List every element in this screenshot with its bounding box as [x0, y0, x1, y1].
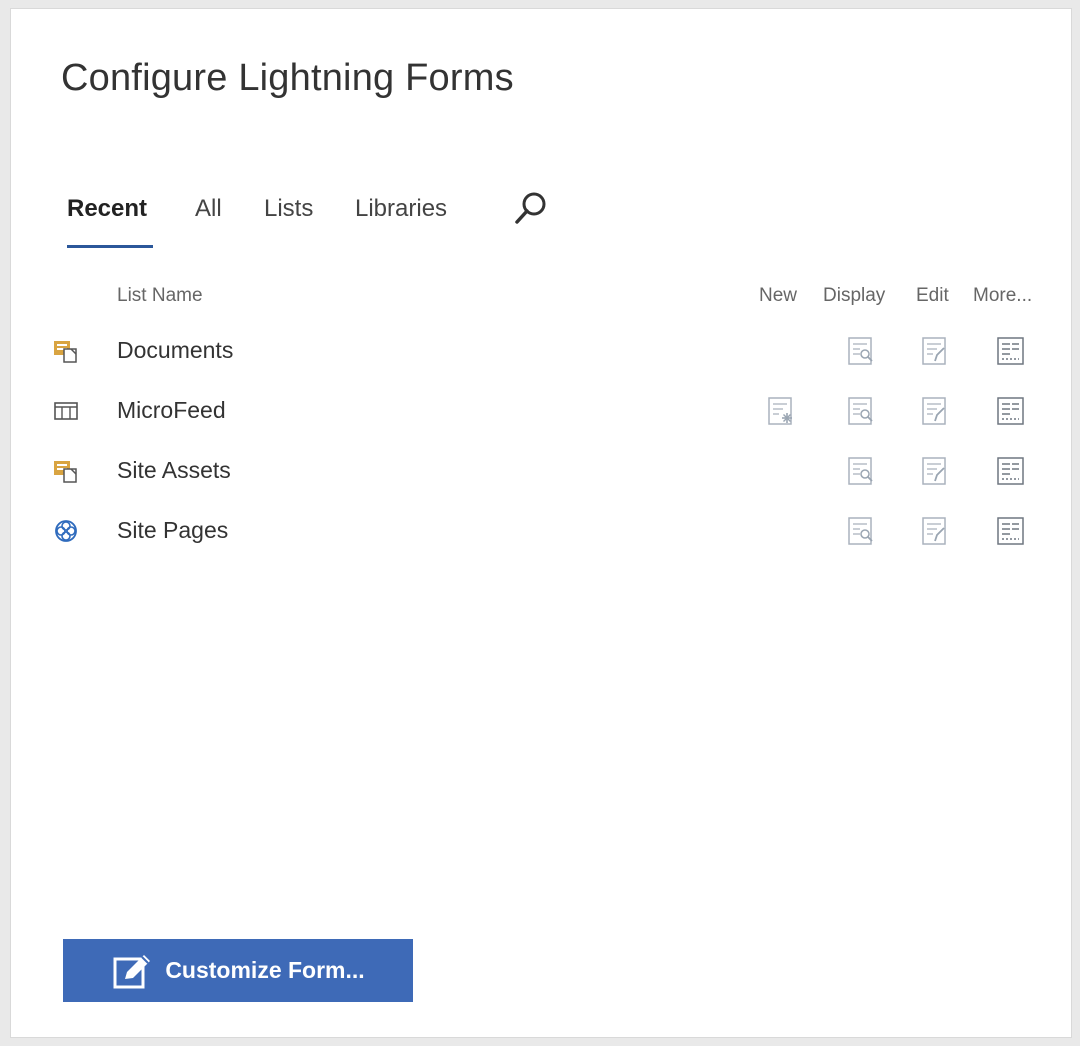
configure-forms-panel: Configure Lightning Forms Recent All Lis…	[10, 8, 1072, 1038]
display-form-icon[interactable]	[845, 395, 877, 427]
list-table-icon	[54, 402, 78, 420]
column-header-display: Display	[823, 285, 886, 306]
list-row-site-pages[interactable]: Site Pages	[11, 501, 1071, 559]
site-pages-icon	[55, 520, 77, 542]
more-forms-icon[interactable]	[995, 515, 1027, 547]
more-forms-icon[interactable]	[995, 455, 1027, 487]
tab-libraries[interactable]: Libraries	[355, 195, 447, 223]
list-name: MicroFeed	[117, 397, 226, 423]
edit-form-icon[interactable]	[919, 395, 951, 427]
more-forms-icon[interactable]	[995, 335, 1027, 367]
tab-lists[interactable]: Lists	[264, 195, 313, 223]
edit-form-icon	[113, 954, 151, 988]
document-library-icon	[54, 341, 77, 363]
column-header-list-name: List Name	[117, 285, 203, 306]
list-name: Documents	[117, 337, 234, 363]
new-form-icon[interactable]	[765, 395, 797, 427]
more-forms-icon[interactable]	[995, 395, 1027, 427]
column-header-edit: Edit	[916, 285, 949, 306]
tab-recent[interactable]: Recent	[67, 195, 147, 223]
search-icon[interactable]	[511, 189, 551, 229]
edit-form-icon[interactable]	[919, 455, 951, 487]
customize-form-label: Customize Form...	[165, 957, 365, 983]
list-name: Site Assets	[117, 457, 231, 483]
list-row-site-assets[interactable]: Site Assets	[11, 441, 1071, 499]
display-form-icon[interactable]	[845, 335, 877, 367]
list-row-microfeed[interactable]: MicroFeed	[11, 381, 1071, 439]
edit-form-icon[interactable]	[919, 335, 951, 367]
column-header-more: More...	[973, 285, 1033, 306]
list-name: Site Pages	[117, 517, 229, 543]
customize-form-button[interactable]: Customize Form...	[63, 939, 413, 1002]
active-tab-indicator	[67, 245, 153, 248]
column-header-new: New	[759, 285, 798, 306]
tab-all[interactable]: All	[195, 195, 222, 223]
page-title: Configure Lightning Forms	[61, 57, 514, 99]
document-library-icon	[54, 461, 77, 483]
display-form-icon[interactable]	[845, 515, 877, 547]
display-form-icon[interactable]	[845, 455, 877, 487]
edit-form-icon[interactable]	[919, 515, 951, 547]
list-row-documents[interactable]: Documents	[11, 321, 1071, 379]
